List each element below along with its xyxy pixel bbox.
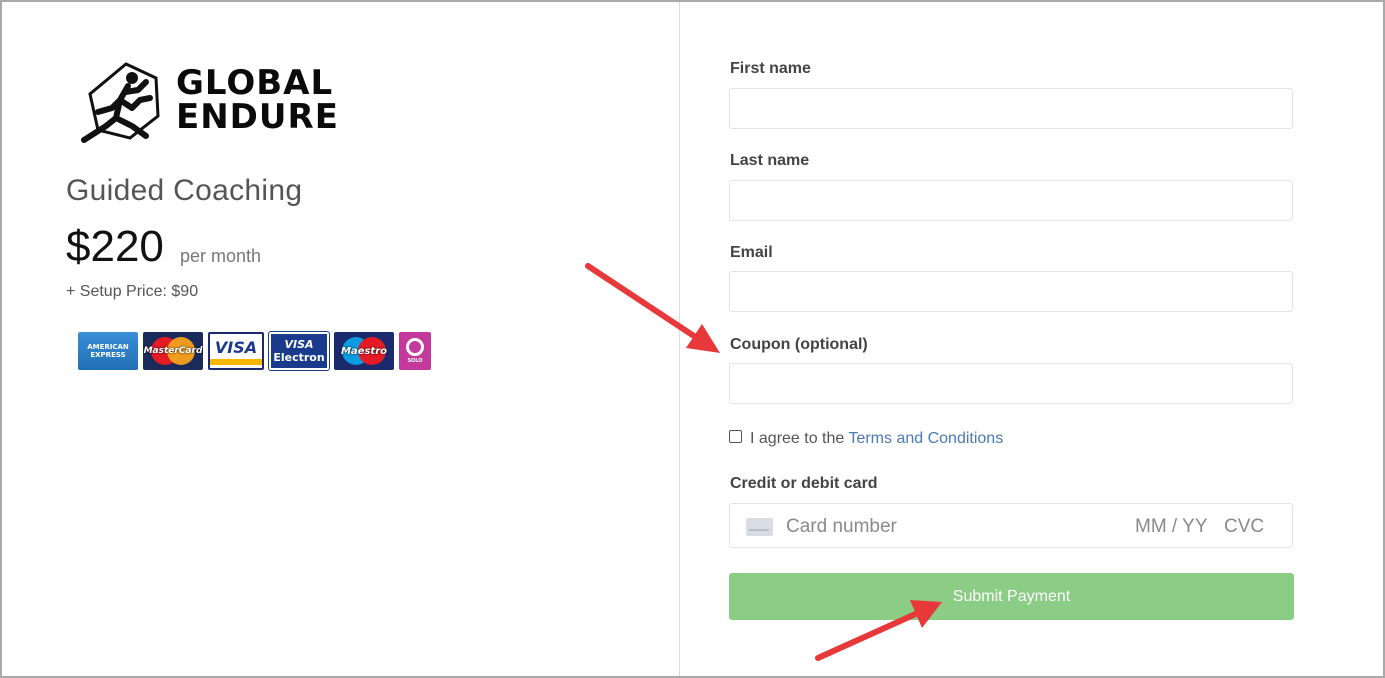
- product-title: Guided Coaching: [66, 174, 303, 207]
- column-divider: [679, 2, 680, 676]
- terms-agree-text: I agree to the: [750, 430, 845, 447]
- visa-electron-card-icon: VISA Electron: [268, 331, 330, 371]
- terms-agreement: I agree to the Terms and Conditions: [750, 430, 1003, 448]
- amex-card-text: AMERICAN EXPRESS: [87, 343, 129, 359]
- price-period: per month: [180, 246, 262, 266]
- card-cvc-placeholder[interactable]: CVC: [1224, 516, 1264, 538]
- submit-payment-button[interactable]: Submit Payment: [729, 573, 1294, 620]
- mastercard-card-text: MasterCard: [143, 346, 203, 356]
- terms-link[interactable]: Terms and Conditions: [848, 430, 1003, 447]
- product-price: $220: [66, 222, 164, 271]
- first-name-input[interactable]: [729, 88, 1293, 129]
- visa-card-text: VISA: [214, 337, 258, 357]
- solo-card-text: SOLO: [407, 358, 423, 364]
- brand-logo: GLOBAL ENDURE: [76, 60, 396, 146]
- last-name-input[interactable]: [729, 180, 1293, 221]
- runner-icon: [81, 62, 160, 143]
- coupon-input[interactable]: [729, 363, 1293, 404]
- coupon-label: Coupon (optional): [730, 336, 868, 353]
- first-name-label: First name: [730, 60, 811, 77]
- credit-card-icon: [746, 518, 773, 536]
- setup-price: + Setup Price: $90: [66, 283, 199, 300]
- visa-card-icon: VISA: [208, 332, 264, 370]
- card-input[interactable]: Card number MM / YY CVC: [729, 503, 1293, 548]
- visa-electron-card-text1: VISA: [284, 338, 314, 351]
- brand-name: GLOBAL ENDURE: [176, 66, 339, 134]
- maestro-card-text: Maestro: [340, 345, 387, 357]
- last-name-label: Last name: [730, 152, 810, 169]
- card-number-placeholder[interactable]: Card number: [786, 516, 897, 538]
- accepted-cards: AMERICAN EXPRESS MasterCard VISA VISA Ele…: [78, 331, 431, 372]
- amex-card-icon: AMERICAN EXPRESS: [78, 332, 138, 370]
- mastercard-card-icon: MasterCard: [143, 332, 203, 370]
- terms-checkbox[interactable]: [729, 430, 742, 443]
- solo-card-icon: SOLO: [399, 332, 431, 370]
- card-label: Credit or debit card: [730, 475, 878, 492]
- brand-line1: GLOBAL: [176, 63, 334, 103]
- maestro-card-icon: Maestro: [334, 332, 394, 370]
- email-input[interactable]: [729, 271, 1293, 312]
- brand-line2: ENDURE: [176, 97, 339, 137]
- card-expiry-placeholder[interactable]: MM / YY: [1135, 516, 1208, 538]
- visa-electron-card-text2: Electron: [273, 351, 325, 364]
- email-label: Email: [730, 244, 773, 261]
